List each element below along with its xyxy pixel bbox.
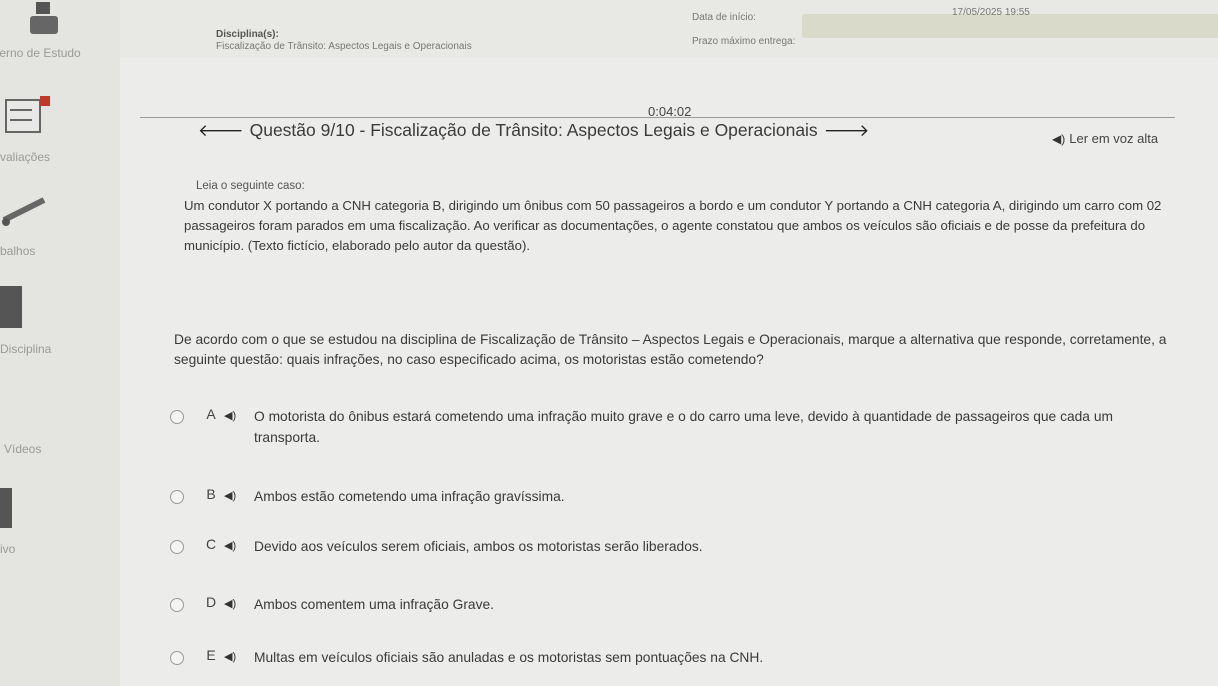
speaker-icon[interactable]: ◀) (224, 409, 254, 422)
sidebar-item-label: valiações (0, 150, 51, 164)
speaker-icon[interactable]: ◀) (224, 539, 254, 552)
start-date-field: 17/05/2025 19:55 (802, 7, 1218, 38)
question-panel (120, 58, 1218, 686)
discipline-value: Fiscalização de Trânsito: Aspectos Legai… (216, 41, 472, 52)
deadline-label: Prazo máximo entrega: (692, 36, 796, 47)
option-d-radio[interactable] (170, 598, 184, 612)
option-text: O motorista do ônibus estará cometendo u… (254, 409, 1113, 445)
sidebar-item-study-notebook[interactable]: terno de Estudo (0, 0, 120, 60)
sidebar-item-label: terno de Estudo (0, 46, 81, 60)
question-header: 🡐 Questão 9/10 - Fiscalização de Trânsit… (198, 120, 869, 141)
option-text: Multas em veículos oficiais são anuladas… (254, 650, 764, 665)
option-letter: E (206, 647, 216, 663)
option-d[interactable]: D ◀) Ambos comentem uma infração Grave. (170, 594, 1200, 615)
sidebar-item-label: ivo (0, 542, 16, 556)
option-letter: D (205, 594, 217, 610)
option-text: Ambos estão cometendo uma infração graví… (254, 489, 565, 504)
header: Disciplina(s): Fiscalização de Trânsito:… (120, 0, 1218, 59)
discipline-label: Disciplina(s): (216, 29, 279, 40)
option-letter: B (206, 486, 216, 502)
sidebar-item-label: balhos (0, 244, 36, 258)
notebook-icon (30, 2, 58, 34)
speaker-icon[interactable]: ◀) (224, 489, 254, 502)
option-c[interactable]: C ◀) Devido aos veículos serem oficiais,… (170, 536, 1200, 557)
option-a[interactable]: A ◀) O motorista do ônibus estará comete… (170, 406, 1200, 448)
option-a-radio[interactable] (170, 410, 184, 424)
divider (140, 117, 1175, 118)
case-text: Um condutor X portando a CNH categoria B… (184, 198, 1162, 253)
speaker-icon[interactable]: ◀) (224, 650, 254, 663)
sidebar-item-label: Disciplina (0, 342, 52, 356)
arrow-right-icon[interactable]: 🡒 (824, 121, 870, 141)
option-letter: C (205, 536, 217, 552)
sidebar-item-assignments[interactable]: balhos (0, 190, 120, 260)
read-aloud-button[interactable]: ◀) Ler em voz alta (1052, 131, 1158, 146)
question-title: Questão 9/10 - Fiscalização de Trânsito:… (249, 120, 818, 140)
option-text: Devido aos veículos serem oficiais, ambo… (254, 539, 703, 554)
option-letter: A (206, 406, 216, 422)
option-text: Ambos comentem uma infração Grave. (254, 597, 495, 612)
start-date-value: 17/05/2025 19:55 (952, 7, 1030, 18)
speaker-icon[interactable]: ◀) (224, 597, 254, 610)
sidebar-item-discipline[interactable]: Disciplina (0, 280, 120, 360)
option-c-radio[interactable] (170, 540, 184, 554)
start-date-label: Data de início: (692, 12, 756, 23)
case-instruction: Leia o seguinte caso: (196, 180, 305, 192)
sidebar-item-live[interactable]: ivo (0, 480, 120, 570)
sidebar: terno de Estudo valiações balhos Discipl… (0, 0, 120, 686)
option-e-radio[interactable] (170, 651, 184, 665)
book-icon (0, 286, 22, 328)
arrow-left-icon[interactable]: 🡐 (198, 121, 244, 141)
option-e[interactable]: E ◀) Multas em veículos oficiais são anu… (170, 647, 1200, 668)
checklist-icon (5, 96, 50, 133)
option-b-radio[interactable] (170, 490, 184, 504)
sidebar-item-evaluations[interactable]: valiações (0, 90, 120, 170)
read-aloud-label: Ler em voz alta (1069, 131, 1159, 146)
question-prompt: De acordo com o que se estudou na discip… (174, 332, 1167, 367)
video-icon (0, 488, 12, 528)
pencil-icon (2, 197, 46, 226)
speaker-icon: ◀) (1052, 131, 1066, 146)
option-b[interactable]: B ◀) Ambos estão cometendo uma infração … (170, 486, 1200, 507)
sidebar-item-label: Vídeos (4, 442, 42, 456)
sidebar-item-videos[interactable]: Vídeos (0, 430, 120, 470)
